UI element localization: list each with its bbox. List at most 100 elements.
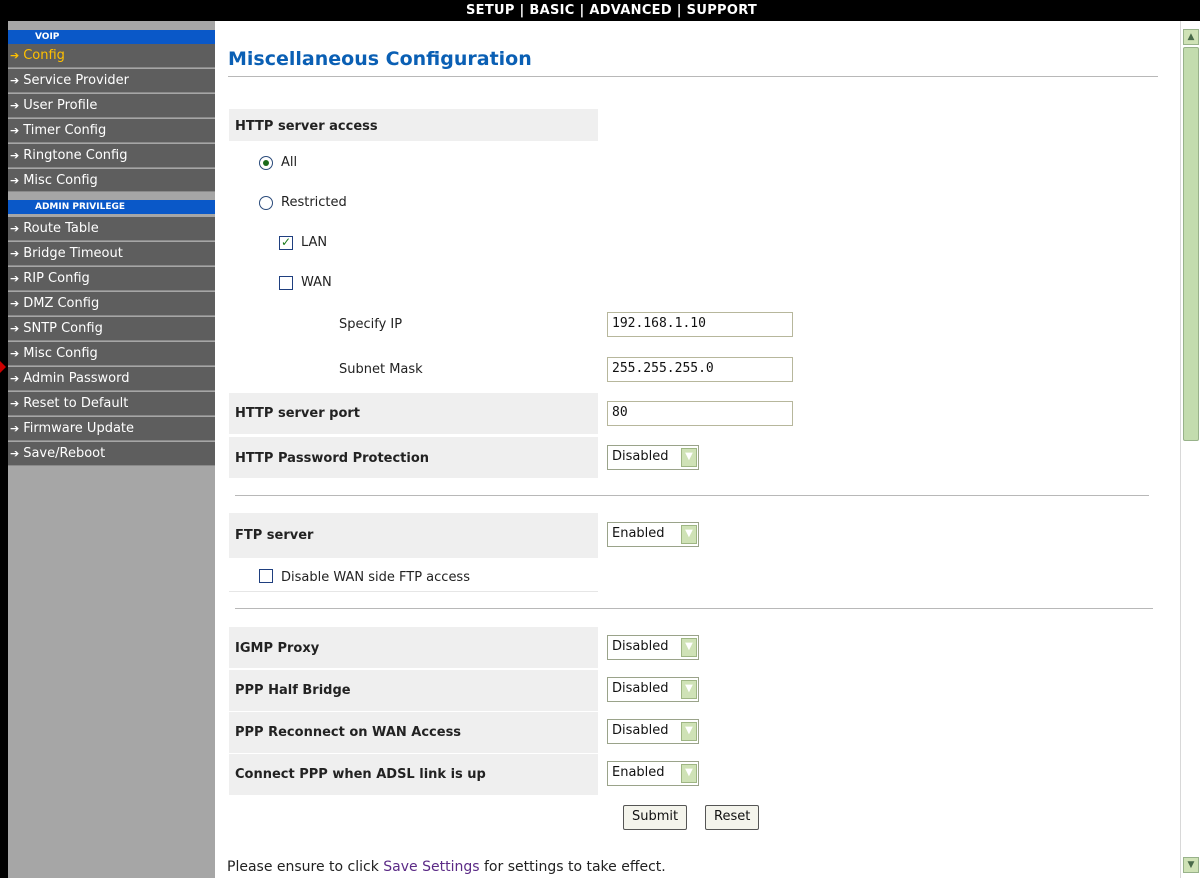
sidebar-item-config[interactable]: ➔ Config bbox=[8, 44, 215, 68]
arrow-right-icon: ➔ bbox=[10, 297, 20, 310]
specify-ip-input[interactable]: 192.168.1.10 bbox=[607, 312, 793, 337]
ppp-half-bridge-select[interactable]: Disabled ▼ bbox=[607, 677, 699, 702]
sidebar-item-label: Misc Config bbox=[23, 173, 98, 188]
lan-checkbox[interactable]: ✓ bbox=[279, 236, 293, 250]
nav-separator: | bbox=[519, 3, 525, 18]
ftp-server-select-value: Enabled bbox=[612, 526, 665, 541]
save-settings-link[interactable]: Save Settings bbox=[383, 859, 479, 875]
ppp-adsl-label: Connect PPP when ADSL link is up bbox=[235, 767, 486, 782]
sidebar-item-admin-password[interactable]: ➔ Admin Password bbox=[8, 367, 215, 391]
sidebar-item-label: Bridge Timeout bbox=[23, 246, 123, 261]
specify-ip-label: Specify IP bbox=[339, 317, 403, 332]
radio-restricted-label: Restricted bbox=[281, 195, 347, 210]
sidebar-item-label: Ringtone Config bbox=[23, 148, 128, 163]
ppp-reconnect-label: PPP Reconnect on WAN Access bbox=[235, 725, 462, 740]
http-password-label: HTTP Password Protection bbox=[235, 451, 430, 466]
sidebar-item-route-table[interactable]: ➔ Route Table bbox=[8, 217, 215, 241]
sidebar-item-user-profile[interactable]: ➔ User Profile bbox=[8, 94, 215, 118]
red-marker-icon bbox=[0, 361, 6, 373]
arrow-right-icon: ➔ bbox=[10, 322, 20, 335]
sidebar-item-label: DMZ Config bbox=[23, 296, 100, 311]
sidebar-item-dmz-config[interactable]: ➔ DMZ Config bbox=[8, 292, 215, 316]
sidebar-item-label: RIP Config bbox=[23, 271, 90, 286]
sidebar-item-timer-config[interactable]: ➔ Timer Config bbox=[8, 119, 215, 143]
section-divider bbox=[235, 608, 1153, 609]
sidebar-item-label: Route Table bbox=[23, 221, 99, 236]
sidebar-item-service-provider[interactable]: ➔ Service Provider bbox=[8, 69, 215, 93]
scrollbar-thumb[interactable] bbox=[1183, 47, 1199, 441]
sidebar-item-voip-misc-config[interactable]: ➔ Misc Config bbox=[8, 169, 215, 192]
ftp-server-label: FTP server bbox=[235, 528, 314, 543]
disable-wan-ftp-checkbox[interactable] bbox=[259, 569, 273, 583]
vertical-scrollbar[interactable]: ▲ ▼ bbox=[1180, 21, 1200, 878]
subnet-mask-label: Subnet Mask bbox=[339, 362, 423, 377]
arrow-right-icon: ➔ bbox=[10, 99, 20, 112]
nav-separator: | bbox=[676, 3, 682, 18]
sidebar-item-admin-misc-config[interactable]: ➔ Misc Config bbox=[8, 342, 215, 366]
sidebar-section-voip: VOIP bbox=[8, 30, 215, 44]
sidebar-item-label: Timer Config bbox=[23, 123, 107, 138]
ftp-server-select[interactable]: Enabled ▼ bbox=[607, 522, 699, 547]
nav-setup-link[interactable]: SETUP bbox=[466, 3, 515, 18]
ftp-row-divider bbox=[229, 591, 598, 592]
wan-checkbox[interactable] bbox=[279, 276, 293, 290]
sidebar-item-sntp-config[interactable]: ➔ SNTP Config bbox=[8, 317, 215, 341]
chevron-down-icon: ▼ bbox=[681, 638, 697, 657]
chevron-down-icon: ▼ bbox=[681, 680, 697, 699]
sidebar-item-reset-to-default[interactable]: ➔ Reset to Default bbox=[8, 392, 215, 416]
nav-basic-link[interactable]: BASIC bbox=[529, 3, 574, 18]
sidebar-item-label: Firmware Update bbox=[23, 421, 135, 436]
arrow-right-icon: ➔ bbox=[10, 247, 20, 260]
nav-advanced-link[interactable]: ADVANCED bbox=[589, 3, 672, 18]
arrow-right-icon: ➔ bbox=[10, 347, 20, 360]
sidebar-item-label: Misc Config bbox=[23, 346, 98, 361]
radio-restricted[interactable] bbox=[259, 196, 273, 210]
ppp-half-bridge-label: PPP Half Bridge bbox=[235, 683, 351, 698]
http-port-input[interactable]: 80 bbox=[607, 401, 793, 426]
sidebar-item-ringtone-config[interactable]: ➔ Ringtone Config bbox=[8, 144, 215, 168]
ppp-reconnect-select[interactable]: Disabled ▼ bbox=[607, 719, 699, 744]
arrow-right-icon: ➔ bbox=[10, 74, 20, 87]
http-port-label: HTTP server port bbox=[235, 406, 361, 421]
sidebar-section-admin: ADMIN PRIVILEGE bbox=[8, 200, 215, 214]
chevron-down-icon: ▼ bbox=[681, 448, 697, 467]
sidebar-item-label: Reset to Default bbox=[23, 396, 129, 411]
sidebar-item-rip-config[interactable]: ➔ RIP Config bbox=[8, 267, 215, 291]
arrow-right-icon: ➔ bbox=[10, 422, 20, 435]
igmp-proxy-select-value: Disabled bbox=[612, 639, 669, 654]
disable-wan-ftp-label: Disable WAN side FTP access bbox=[281, 570, 470, 585]
subnet-mask-input[interactable]: 255.255.255.0 bbox=[607, 357, 793, 382]
submit-button[interactable]: Submit bbox=[623, 805, 688, 830]
sidebar-item-label: Admin Password bbox=[23, 371, 130, 386]
http-password-select[interactable]: Disabled ▼ bbox=[607, 445, 699, 470]
radio-all-label: All bbox=[281, 155, 298, 170]
nav-support-link[interactable]: SUPPORT bbox=[687, 3, 757, 18]
http-access-label: HTTP server access bbox=[235, 119, 378, 134]
scroll-down-icon[interactable]: ▼ bbox=[1183, 857, 1199, 873]
reset-button[interactable]: Reset bbox=[705, 805, 760, 830]
save-settings-note: Please ensure to click Save Settings for… bbox=[227, 859, 666, 875]
arrow-right-icon: ➔ bbox=[10, 272, 20, 285]
page-title: Miscellaneous Configuration bbox=[228, 48, 532, 70]
wan-checkbox-label: WAN bbox=[301, 275, 332, 290]
sidebar-left-strip bbox=[0, 21, 8, 878]
main-content: Miscellaneous Configuration HTTP server … bbox=[215, 21, 1180, 878]
igmp-proxy-select[interactable]: Disabled ▼ bbox=[607, 635, 699, 660]
nav-separator: | bbox=[579, 3, 585, 18]
sidebar-item-label: SNTP Config bbox=[23, 321, 103, 336]
arrow-right-icon: ➔ bbox=[10, 174, 20, 187]
sidebar-item-label: Save/Reboot bbox=[23, 446, 106, 461]
ppp-adsl-select[interactable]: Enabled ▼ bbox=[607, 761, 699, 786]
chevron-down-icon: ▼ bbox=[681, 764, 697, 783]
http-password-select-value: Disabled bbox=[612, 449, 669, 464]
radio-all[interactable] bbox=[259, 156, 273, 170]
scroll-up-icon[interactable]: ▲ bbox=[1183, 29, 1199, 45]
sidebar-item-firmware-update[interactable]: ➔ Firmware Update bbox=[8, 417, 215, 441]
chevron-down-icon: ▼ bbox=[681, 525, 697, 544]
sidebar-item-bridge-timeout[interactable]: ➔ Bridge Timeout bbox=[8, 242, 215, 266]
chevron-down-icon: ▼ bbox=[681, 722, 697, 741]
ppp-adsl-select-value: Enabled bbox=[612, 765, 665, 780]
sidebar-item-save-reboot[interactable]: ➔ Save/Reboot bbox=[8, 442, 215, 466]
arrow-right-icon: ➔ bbox=[10, 222, 20, 235]
lan-checkbox-label: LAN bbox=[301, 235, 328, 250]
